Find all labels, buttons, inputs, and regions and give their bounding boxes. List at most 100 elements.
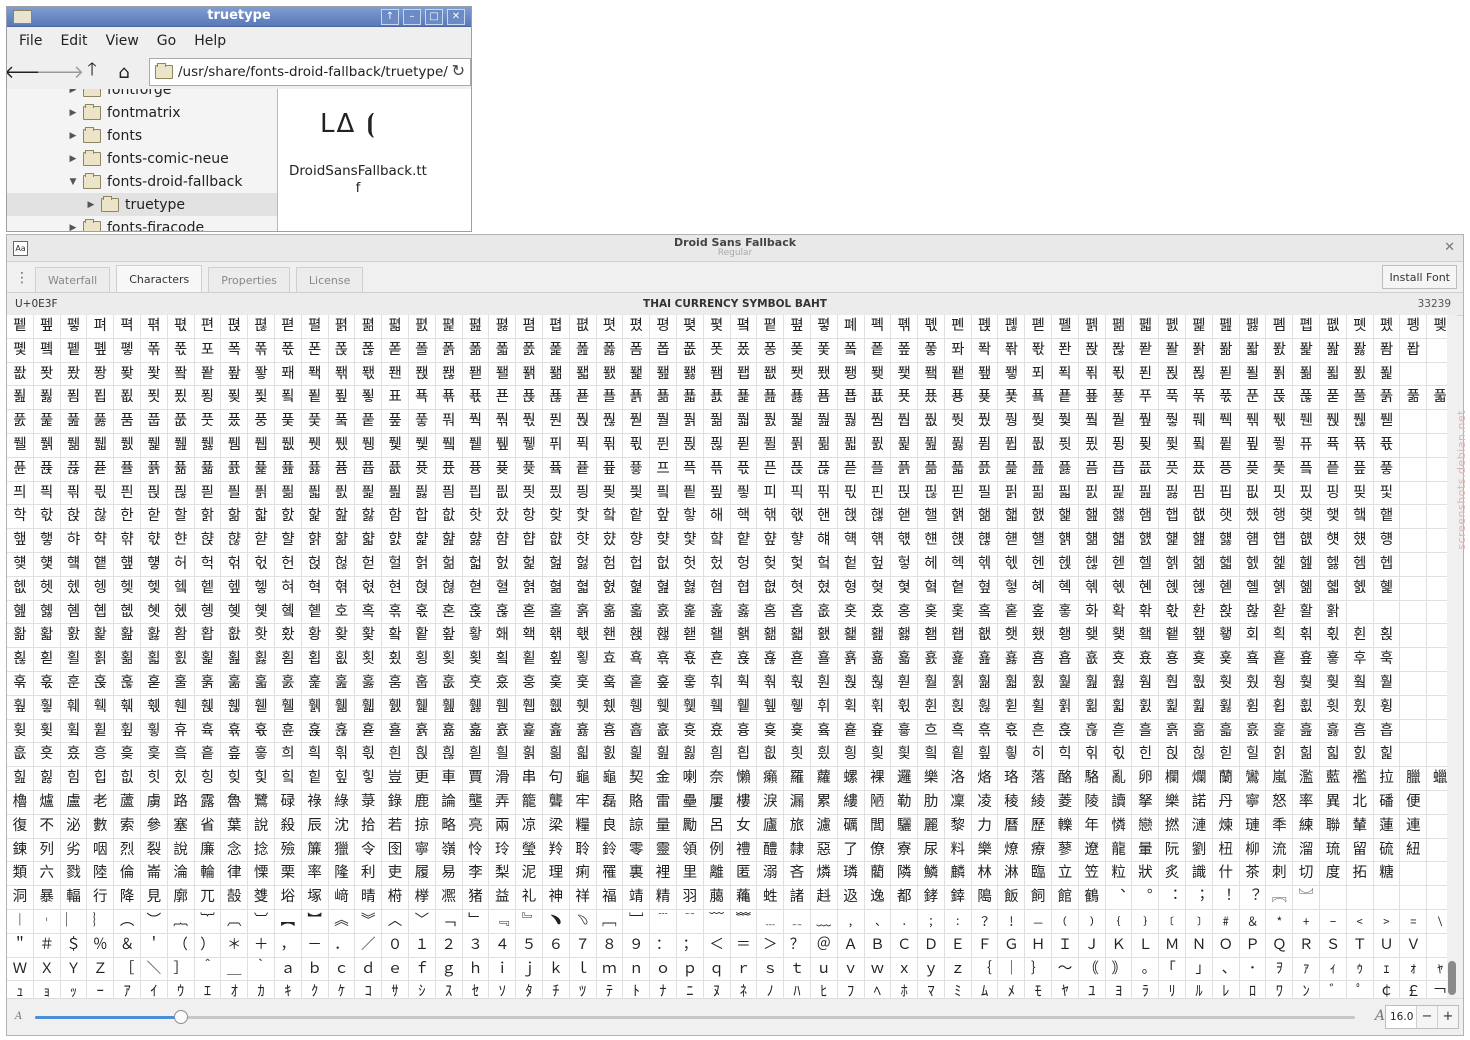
glyph-cell[interactable]: 讀 [1106,790,1133,814]
glyph-cell[interactable]: 행 [1266,505,1294,529]
glyph-cell[interactable]: 혡 [1159,576,1187,600]
menu-edit[interactable]: Edit [60,33,87,49]
glyph-cell[interactable]: 횎 [1293,624,1321,648]
glyph-cell[interactable]: 휴 [168,719,195,743]
glyph-cell[interactable]: 회 [1240,624,1267,648]
glyph-cell[interactable]: 헙 [623,552,651,576]
glyph-cell[interactable]: Ａ [838,933,865,957]
font-size-spinbox[interactable]: 16.0 − + [1385,1005,1459,1029]
glyph-cell[interactable]: ］ [168,957,195,981]
glyph-cell[interactable]: Ｊ [1079,933,1106,957]
glyph-cell[interactable]: 푳 [998,386,1026,410]
glyph-cell[interactable]: 푊 [1293,362,1321,386]
glyph-cell[interactable]: 호 [329,600,356,624]
glyph-cell[interactable]: 햠 [489,529,517,552]
glyph-cell[interactable]: 퐏 [1132,338,1160,362]
glyph-cell[interactable] [1427,505,1447,528]
glyph-cell[interactable]: 퓧 [1266,433,1294,457]
glyph-cell[interactable]: 漣 [1186,814,1213,838]
glyph-cell[interactable]: ︸ [195,909,222,933]
glyph-cell[interactable]: ｜ [998,957,1026,981]
glyph-cell[interactable]: ︱ [7,909,34,933]
glyph-cell[interactable]: 힑 [1266,743,1294,767]
glyph-cell[interactable]: 풨 [972,410,999,433]
glyph-cell[interactable]: 琉 [1320,838,1347,862]
glyph-cell[interactable]: 퐠 [168,362,195,386]
glyph-cell[interactable]: 횡 [409,648,436,671]
glyph-cell[interactable]: 퓃 [302,433,329,457]
glyph-cell[interactable]: 푇 [1213,362,1240,386]
glyph-cell[interactable]: 풇 [87,410,115,433]
glyph-cell[interactable]: 형 [838,576,865,600]
glyph-cell[interactable]: ｅ [382,957,409,981]
glyph-cell[interactable]: 퐷 [784,362,811,386]
glyph-cell[interactable]: 퓾 [489,457,517,481]
glyph-cell[interactable]: 鹿 [409,790,436,814]
glyph-cell[interactable]: 풻 [87,433,115,457]
glyph-cell[interactable]: 휝 [945,695,972,719]
glyph-cell[interactable]: 흩 [195,743,222,767]
glyph-cell[interactable]: 푙 [302,386,329,410]
glyph-cell[interactable]: 遼 [1079,838,1106,862]
glyph-cell[interactable]: 戀 [1132,814,1160,838]
glyph-cell[interactable]: 픁 [570,457,597,481]
glyph-cell[interactable]: 里 [677,862,704,886]
glyph-cell[interactable]: 푂 [1079,362,1106,386]
glyph-cell[interactable]: 퓄 [329,433,356,457]
glyph-cell[interactable] [1427,862,1447,885]
glyph-cell[interactable]: 햬 [811,529,838,552]
glyph-cell[interactable]: 혔 [811,576,838,600]
glyph-cell[interactable]: 蓼 [1052,838,1079,862]
glyph-cell[interactable]: 혧 [1320,576,1347,600]
glyph-cell[interactable]: 픣 [87,481,115,505]
glyph-cell[interactable]: 훘 [489,671,517,695]
glyph-cell[interactable]: 픙 [1213,457,1240,481]
glyph-cell[interactable] [1400,719,1428,743]
glyph-cell[interactable]: ５ [516,933,543,957]
glyph-cell[interactable]: 퓙 [891,433,919,457]
glyph-cell[interactable]: 폦 [1427,315,1447,338]
glyph-cell[interactable]: ｋ [543,957,570,981]
glyph-cell[interactable]: 햸 [1132,529,1160,552]
glyph-cell[interactable]: Ｅ [945,933,972,957]
glyph-cell[interactable]: 핥 [302,505,329,529]
glyph-cell[interactable]: 핾 [972,505,999,529]
glyph-cell[interactable]: 햜 [382,529,409,552]
tab-waterfall[interactable]: Waterfall [35,267,111,292]
glyph-cell[interactable]: 햒 [114,529,141,552]
glyph-cell[interactable]: ﾘ [1159,981,1187,999]
glyph-cell[interactable]: 倫 [114,862,141,886]
up-icon[interactable]: 🡑 [79,59,105,85]
glyph-cell[interactable]: 料 [945,838,972,862]
glyph-cell[interactable]: ﹕ [945,909,972,933]
glyph-cell[interactable]: 픈 [757,457,785,481]
glyph-cell[interactable]: 휿 [463,719,490,743]
glyph-cell[interactable]: 픒 [1025,457,1053,481]
glyph-cell[interactable]: 햨 [704,529,731,552]
glyph-cell[interactable]: 陸 [87,862,115,886]
glyph-cell[interactable]: 홷 [677,624,704,648]
glyph-cell[interactable]: 햡 [516,529,543,552]
glyph-cell[interactable]: 훑 [302,671,329,695]
glyph-cell[interactable]: ｸ [302,981,329,999]
glyph-cell[interactable]: 풡 [784,410,811,433]
glyph-cell[interactable]: 픇 [731,457,758,481]
glyph-cell[interactable]: Ｌ [1132,933,1160,957]
glyph-cell[interactable]: 羅 [784,767,811,790]
font-size-slider[interactable] [35,1010,1355,1024]
glyph-cell[interactable]: 神 [543,886,570,909]
glyph-cell[interactable]: 헁 [1374,529,1401,552]
glyph-cell[interactable]: 풢 [811,410,838,433]
glyph-cell[interactable]: 햫 [784,529,811,552]
glyph-cell[interactable]: 흰 [382,743,409,767]
glyph-cell[interactable] [1427,410,1447,433]
glyph-cell[interactable]: 홸 [704,624,731,648]
glyph-cell[interactable]: 폺 [570,338,597,362]
glyph-cell[interactable]: Ｕ [1374,933,1401,957]
glyph-cell[interactable]: 혠 [1132,576,1160,600]
glyph-cell[interactable]: 略 [436,814,463,838]
glyph-cell[interactable]: 힓 [1320,743,1347,767]
glyph-cell[interactable]: ｧ [1293,957,1321,981]
glyph-cell[interactable]: 흗 [1106,719,1133,743]
glyph-cell[interactable]: 홬 [382,624,409,648]
